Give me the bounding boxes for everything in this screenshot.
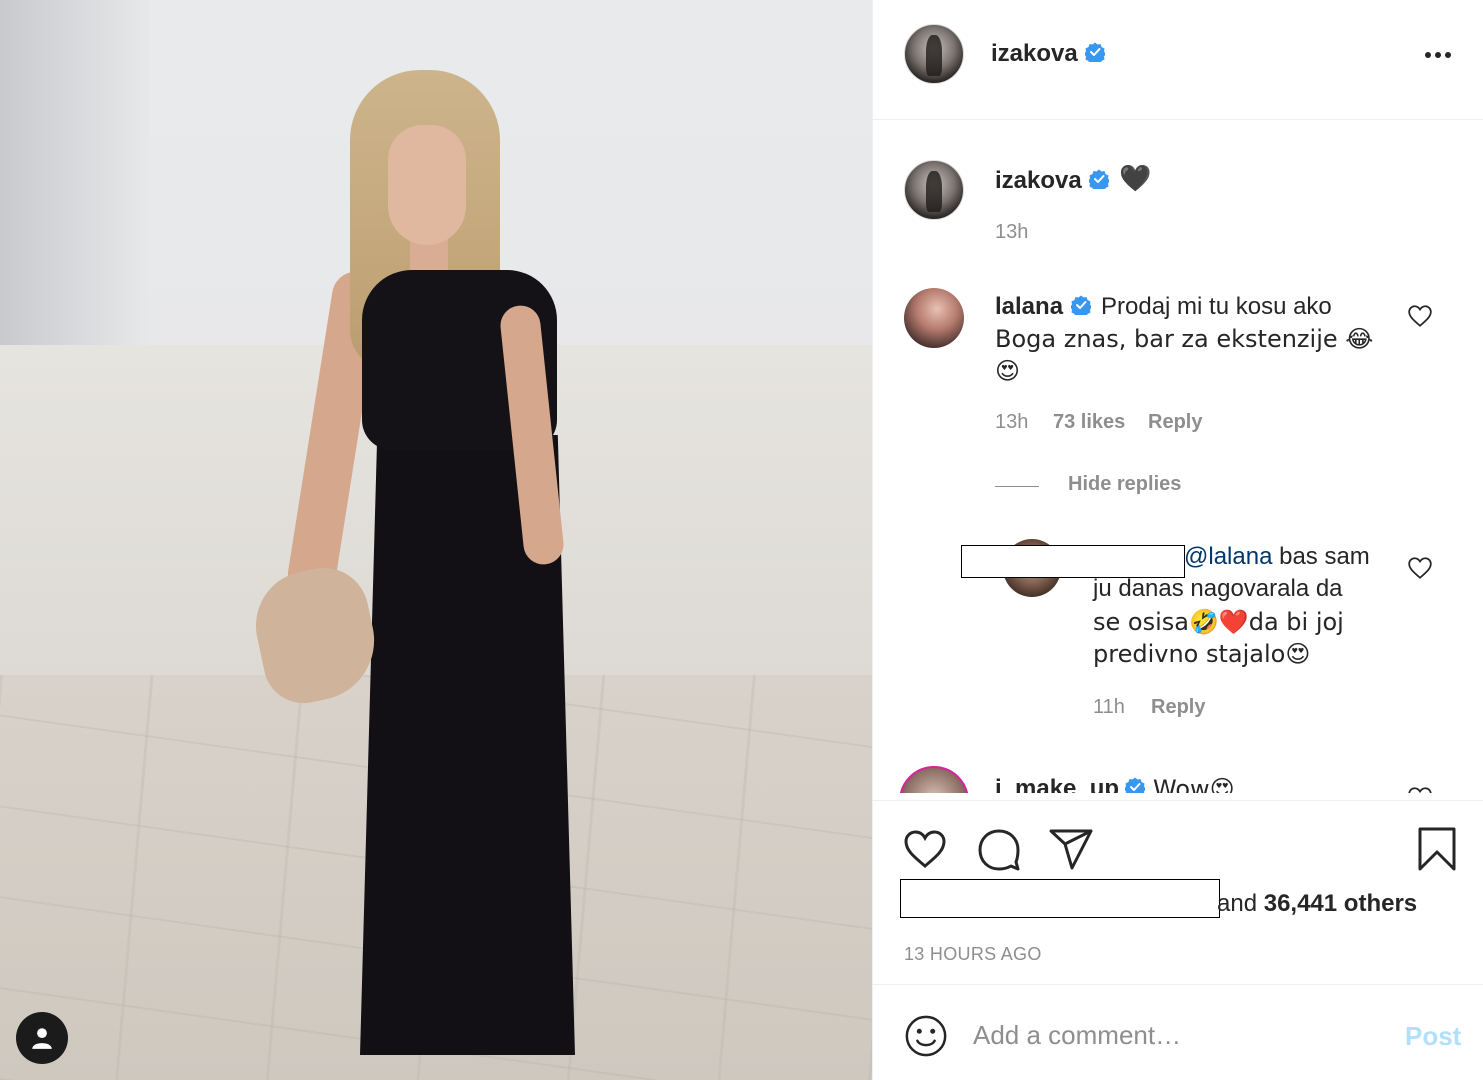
post-header: izakova [873, 0, 1483, 120]
likes-count[interactable]: 36,441 others [1264, 890, 1417, 917]
more-options-button[interactable] [1413, 40, 1463, 70]
caption-time[interactable]: 13h [995, 221, 1028, 244]
reply-time[interactable]: 11h [1093, 696, 1125, 719]
author-username[interactable]: izakova [991, 40, 1078, 68]
replies-divider [995, 486, 1039, 487]
paper-plane-icon[interactable] [1047, 825, 1095, 873]
hide-replies-button[interactable]: Hide replies [1068, 473, 1181, 496]
post-timestamp[interactable]: 13 HOURS AGO [904, 944, 1042, 965]
verified-badge-icon [1071, 295, 1091, 315]
comment-like-heart-icon[interactable] [1407, 303, 1433, 329]
likes-summary[interactable]: and 36,441 others [1217, 890, 1417, 918]
more-options-icon [1425, 52, 1431, 58]
comment-time[interactable]: 13h [995, 411, 1028, 434]
woman-figure [245, 65, 610, 1075]
mention-link[interactable]: @lalana [1184, 543, 1272, 570]
comment-likes-count[interactable]: 73 likes [1053, 411, 1125, 434]
verified-badge-icon [1125, 777, 1145, 793]
face [388, 125, 466, 245]
reply-text-line: predivno stajalo😍 [1093, 640, 1311, 668]
reply-like-heart-icon[interactable] [1407, 555, 1433, 581]
comment-text-line: Prodaj mi tu kosu ako [1101, 293, 1332, 320]
comment-text-line: Wow😍 [1153, 775, 1235, 793]
commenter-avatar[interactable] [904, 288, 964, 348]
commenter-username[interactable]: lalana [995, 293, 1063, 321]
add-comment-bar: Post [873, 984, 1483, 1080]
redacted-liked-by [900, 879, 1220, 918]
comment-icon[interactable] [975, 825, 1023, 873]
comment-text-line: 😍 [995, 357, 1021, 385]
comments-section[interactable]: izakova 🖤 13h lalana Prodaj mi tu kosu a… [873, 121, 1483, 793]
emoji-icon[interactable] [903, 1013, 949, 1059]
reply-button[interactable]: Reply [1151, 696, 1205, 719]
post-comment-button[interactable]: Post [1405, 1021, 1461, 1052]
reply-text-line: @lalana bas sam [1184, 543, 1370, 570]
caption-text: 🖤 [1119, 164, 1152, 194]
caption-author-avatar[interactable] [904, 160, 964, 220]
user-tag-icon [32, 1028, 52, 1049]
reply-text-line: se osisa🤣❤️da bi joj [1093, 608, 1344, 636]
post-side-panel: izakova izakova 🖤 13h lalana Prodaj mi t… [872, 0, 1483, 1080]
author-avatar[interactable] [904, 24, 964, 84]
commenter-avatar[interactable] [899, 766, 969, 793]
handbag [245, 559, 386, 711]
comment-text-line: Boga znas, bar za ekstenzije 😂 [995, 325, 1374, 353]
commenter-username[interactable]: i_make_up [995, 775, 1119, 793]
reply-button[interactable]: Reply [1148, 411, 1202, 434]
caption-username[interactable]: izakova [995, 167, 1082, 195]
post-photo[interactable] [0, 0, 872, 1080]
bookmark-icon[interactable] [1413, 825, 1461, 873]
comment-like-heart-icon[interactable] [1407, 785, 1433, 793]
verified-badge-icon [1089, 169, 1109, 189]
heart-icon[interactable] [901, 825, 949, 873]
reply-text-line: ju danas nagovarala da [1093, 575, 1343, 602]
comment-input[interactable] [973, 1015, 1373, 1055]
user-tag-button[interactable] [16, 1012, 68, 1064]
verified-badge-icon [1085, 42, 1105, 62]
